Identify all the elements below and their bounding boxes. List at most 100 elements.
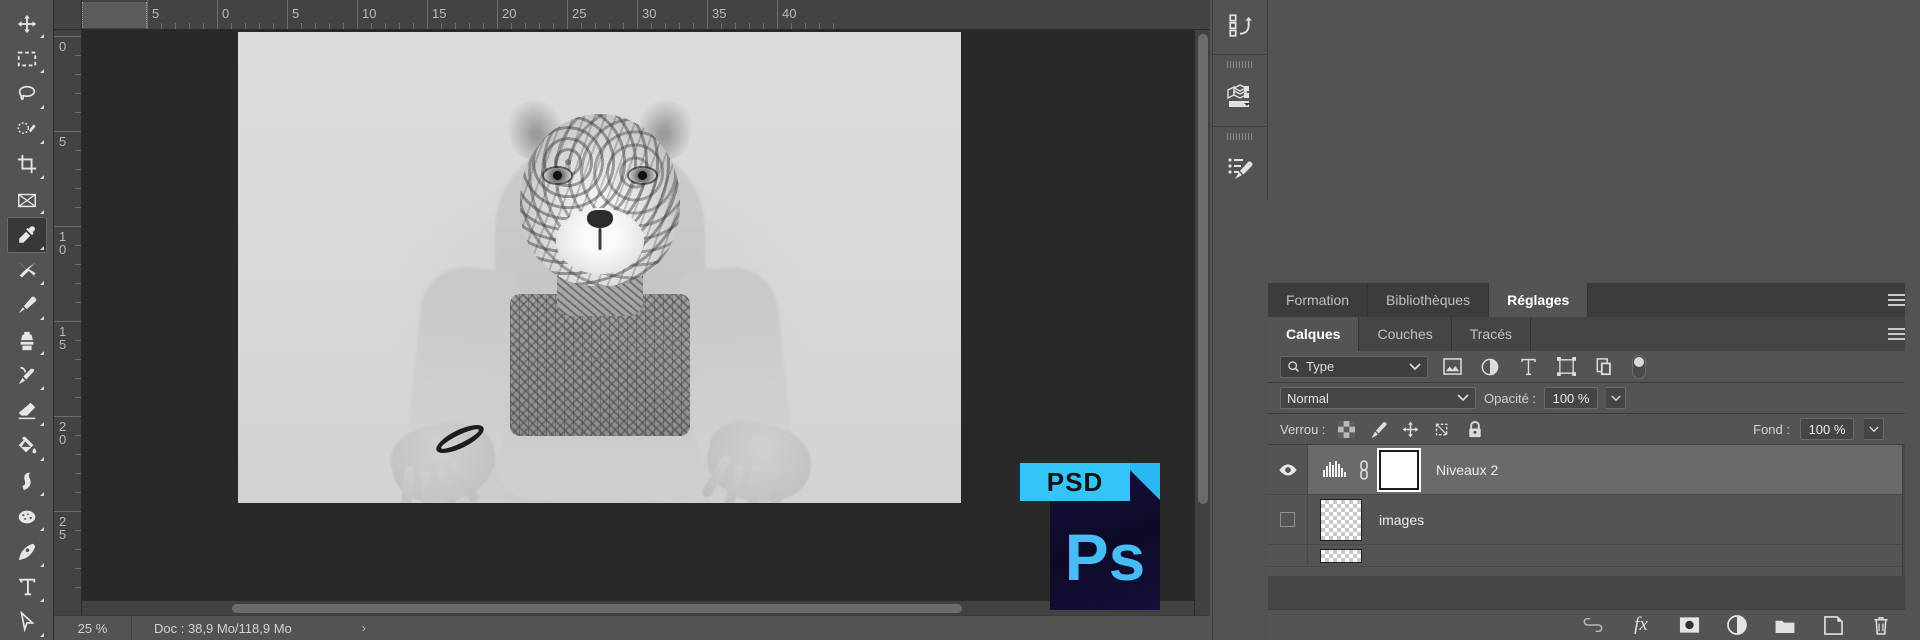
tab-reglages[interactable]: Réglages	[1489, 283, 1589, 317]
healing-brush-tool[interactable]	[7, 253, 47, 288]
layer-styles-button[interactable]: fx	[1630, 614, 1652, 636]
doc-info-chevron-icon[interactable]: ›	[362, 621, 366, 635]
opacity-input[interactable]: 100 %	[1544, 387, 1599, 409]
move-tool[interactable]	[7, 6, 47, 41]
tab-calques[interactable]: Calques	[1268, 317, 1360, 351]
link-layers-button[interactable]	[1582, 614, 1604, 636]
scrollbar-thumb[interactable]	[232, 604, 962, 613]
tab-traces[interactable]: Tracés	[1451, 317, 1532, 351]
ruler-label: 5	[292, 6, 300, 21]
lock-image-icon[interactable]	[1368, 418, 1390, 440]
frame-tool[interactable]	[7, 182, 47, 217]
filter-smart-object-icon[interactable]	[1590, 354, 1618, 380]
lock-position-icon[interactable]	[1400, 418, 1422, 440]
dock-group-libraries	[1213, 55, 1267, 127]
ruler-minor-tick	[693, 23, 694, 29]
fill-input[interactable]: 100 %	[1800, 418, 1854, 440]
artboard[interactable]	[238, 32, 961, 503]
eye-icon	[1278, 464, 1297, 475]
layer-mask-thumbnail[interactable]	[1379, 449, 1419, 490]
pen-tool[interactable]	[7, 534, 47, 569]
tab-bibliotheques[interactable]: Bibliothèques	[1368, 283, 1490, 317]
ruler-major-tick	[777, 0, 778, 29]
ruler-minor-tick	[749, 23, 750, 29]
quick-selection-tool[interactable]	[7, 112, 47, 147]
history-brush-tool[interactable]	[7, 358, 47, 393]
history-panel-icon[interactable]	[1220, 6, 1260, 44]
layer-visibility-toggle[interactable]	[1268, 444, 1308, 495]
delete-layer-button[interactable]	[1870, 614, 1892, 636]
ruler-label: 35	[712, 6, 727, 21]
layers-list[interactable]: Niveaux 2 images	[1268, 444, 1920, 576]
layer-name-label[interactable]: Niveaux 2	[1436, 462, 1498, 478]
horizontal-ruler[interactable]: 5 0 5 10 15 20 25 30 35 40	[82, 0, 1210, 30]
ruler-minor-tick	[75, 587, 81, 588]
sponge-tool[interactable]	[7, 499, 47, 534]
libraries-3d-panel-icon[interactable]	[1220, 78, 1260, 116]
new-group-button[interactable]	[1774, 614, 1796, 636]
ruler-minor-tick	[75, 93, 81, 94]
filter-type-icon[interactable]	[1514, 354, 1542, 380]
path-selection-tool[interactable]	[7, 605, 47, 640]
table-row[interactable]: Niveaux 2	[1268, 444, 1920, 495]
layer-filter-type-label: Type	[1306, 359, 1335, 374]
ruler-minor-tick	[75, 302, 81, 303]
blend-mode-select[interactable]: Normal	[1280, 387, 1476, 409]
scrollbar-thumb[interactable]	[1198, 34, 1208, 504]
lock-transparency-icon[interactable]	[1336, 418, 1358, 440]
lock-artboard-icon[interactable]	[1432, 418, 1454, 440]
layer-thumbnail[interactable]	[1320, 498, 1362, 541]
layer-visibility-toggle[interactable]	[1268, 545, 1308, 566]
brush-tool[interactable]	[7, 288, 47, 323]
ruler-minor-tick	[581, 23, 582, 29]
opacity-stepper[interactable]	[1606, 387, 1627, 409]
dock-grip[interactable]	[1227, 61, 1253, 68]
clone-stamp-tool[interactable]	[7, 323, 47, 358]
filter-pixel-icon[interactable]	[1438, 354, 1466, 380]
new-layer-button[interactable]	[1822, 614, 1844, 636]
table-row[interactable]: images	[1268, 494, 1920, 545]
ruler-label: 5	[59, 134, 67, 149]
layer-filter-row: Type	[1268, 351, 1920, 383]
zoom-level-field[interactable]: 25 %	[54, 615, 132, 640]
ruler-major-tick	[217, 0, 218, 29]
ruler-minor-tick	[735, 23, 736, 29]
lasso-tool[interactable]	[7, 76, 47, 111]
tab-couches[interactable]: Couches	[1359, 317, 1452, 351]
document-info[interactable]: Doc : 38,9 Mo/118,9 Mo ›	[132, 621, 366, 636]
levels-adjustment-icon[interactable]	[1322, 457, 1348, 483]
canvas-vertical-scrollbar[interactable]	[1194, 30, 1210, 615]
layer-filter-type-select[interactable]: Type	[1280, 355, 1428, 378]
eraser-tool[interactable]	[7, 393, 47, 428]
table-row[interactable]	[1268, 545, 1920, 567]
type-tool[interactable]	[7, 570, 47, 605]
ruler-minor-tick	[75, 340, 81, 341]
ruler-minor-tick	[819, 23, 820, 29]
photo-leopard-head	[500, 90, 699, 300]
layer-mask-link-icon[interactable]	[1357, 459, 1370, 481]
filter-adjustment-icon[interactable]	[1476, 354, 1504, 380]
ruler-minor-tick	[399, 23, 400, 29]
fill-stepper[interactable]	[1864, 418, 1884, 440]
eyedropper-tool[interactable]	[6, 217, 47, 253]
filter-enable-toggle[interactable]	[1632, 354, 1646, 379]
layer-thumbnail[interactable]	[1320, 548, 1362, 563]
blend-mode-value: Normal	[1287, 390, 1329, 406]
paint-bucket-tool[interactable]	[7, 429, 47, 464]
ruler-label: 30	[642, 6, 657, 21]
dock-grip[interactable]	[1227, 133, 1253, 140]
lock-all-icon[interactable]	[1464, 418, 1486, 440]
layer-name-label[interactable]: images	[1379, 512, 1424, 528]
add-layer-mask-button[interactable]	[1678, 614, 1700, 636]
crop-tool[interactable]	[7, 147, 47, 182]
marquee-tool[interactable]	[7, 41, 47, 76]
vertical-ruler[interactable]: 0 5 10 15 20 25	[54, 30, 82, 640]
opacity-label: Opacité :	[1484, 390, 1537, 406]
new-adjustment-layer-button[interactable]	[1726, 614, 1748, 636]
filter-shape-icon[interactable]	[1552, 354, 1580, 380]
dodge-tool[interactable]	[7, 464, 47, 499]
ruler-label: 0	[222, 6, 230, 21]
brush-presets-panel-icon[interactable]	[1220, 150, 1260, 188]
layer-visibility-toggle[interactable]	[1268, 494, 1308, 545]
tab-formation[interactable]: Formation	[1268, 283, 1369, 317]
